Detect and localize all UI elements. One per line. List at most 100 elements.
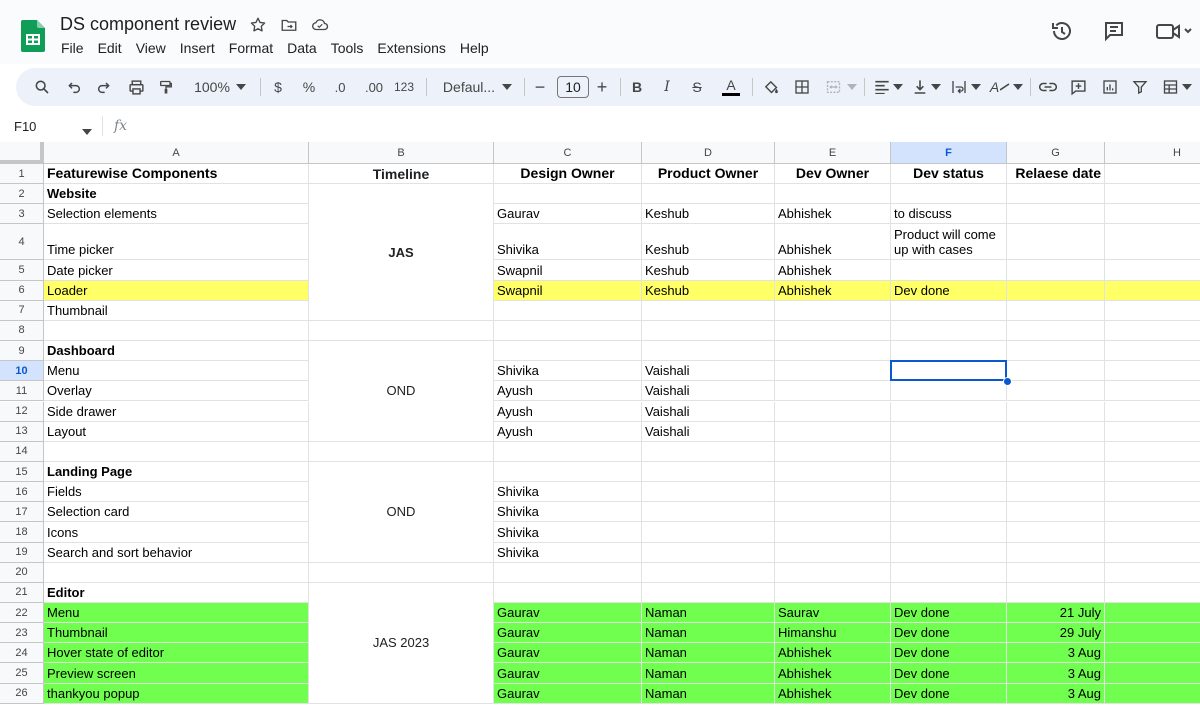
row-header-4[interactable]: 4 [0, 224, 44, 261]
row-header-22[interactable]: 22 [0, 603, 44, 624]
cell-d17[interactable] [642, 502, 775, 523]
timeline-block[interactable]: JAS 2023 [309, 582, 494, 704]
menu-help[interactable]: Help [460, 40, 489, 56]
cell-h2[interactable] [1105, 184, 1200, 205]
cell-f11[interactable] [891, 381, 1007, 402]
row-header-12[interactable]: 12 [0, 401, 44, 422]
cell-h15[interactable] [1105, 462, 1200, 483]
formula-input[interactable] [140, 118, 1190, 136]
valign-chevron-down-icon[interactable] [930, 68, 942, 106]
cell-g1[interactable]: Relaese date [1007, 164, 1105, 185]
row-header-1[interactable]: 1 [0, 164, 44, 185]
cell-d21[interactable] [642, 582, 775, 603]
cell-e19[interactable] [775, 542, 891, 563]
meet-icon[interactable] [1154, 19, 1194, 43]
cell-d9[interactable] [642, 341, 775, 362]
cell-d11[interactable]: Vaishali [642, 381, 775, 402]
row-header-19[interactable]: 19 [0, 542, 44, 563]
row-header-13[interactable]: 13 [0, 421, 44, 442]
cell-e26[interactable]: Abhishek [775, 683, 891, 704]
cell-f21[interactable] [891, 582, 1007, 603]
row-header-8[interactable]: 8 [0, 320, 44, 342]
row-header-17[interactable]: 17 [0, 502, 44, 523]
cell-a10[interactable]: Menu [44, 361, 309, 382]
menu-view[interactable]: View [136, 40, 166, 56]
cell-e6[interactable]: Abhishek [775, 280, 891, 301]
print-icon[interactable] [124, 68, 148, 106]
row-header-3[interactable]: 3 [0, 204, 44, 225]
menu-extensions[interactable]: Extensions [377, 40, 445, 56]
cell-c3[interactable]: Gaurav [494, 204, 642, 225]
cell-f3[interactable]: to discuss [891, 204, 1007, 225]
cell-h8[interactable] [1105, 321, 1200, 342]
cell-c24[interactable]: Gaurav [494, 643, 642, 664]
cell-d23[interactable]: Naman [642, 623, 775, 644]
cell-g18[interactable] [1007, 522, 1105, 543]
cell-h3[interactable] [1105, 204, 1200, 225]
cell-f13[interactable] [891, 421, 1007, 442]
increase-decimal-button[interactable]: .00 [361, 68, 387, 106]
menu-tools[interactable]: Tools [331, 40, 364, 56]
cell-d10[interactable]: Vaishali [642, 361, 775, 382]
version-history-icon[interactable] [1050, 19, 1074, 43]
row-header-24[interactable]: 24 [0, 643, 44, 664]
cell-g20[interactable] [1007, 562, 1105, 583]
cell-f2[interactable] [891, 184, 1007, 205]
timeline-block[interactable]: OND [309, 461, 494, 563]
cell-e2[interactable] [775, 184, 891, 205]
column-header-b[interactable]: B [309, 142, 494, 164]
row-header-25[interactable]: 25 [0, 663, 44, 684]
cell-a14[interactable] [44, 441, 309, 462]
cell-g26[interactable]: 3 Aug [1007, 683, 1105, 704]
cell-a9[interactable]: Dashboard [44, 341, 309, 362]
row-header-16[interactable]: 16 [0, 482, 44, 503]
align-chevron-down-icon[interactable] [892, 68, 904, 106]
cell-g24[interactable]: 3 Aug [1007, 643, 1105, 664]
cell-g4[interactable] [1007, 224, 1105, 261]
column-header-f[interactable]: F [891, 142, 1007, 164]
cell-a17[interactable]: Selection card [44, 502, 309, 523]
vertical-align-icon[interactable] [910, 68, 930, 106]
row-header-10[interactable]: 10 [0, 361, 44, 382]
merge-cells-icon[interactable] [822, 68, 844, 106]
cell-g12[interactable] [1007, 401, 1105, 422]
cell-c14[interactable] [494, 441, 642, 462]
cell-e15[interactable] [775, 461, 891, 483]
cell-h20[interactable] [1105, 563, 1200, 583]
cell-c20[interactable] [494, 562, 642, 583]
row-header-18[interactable]: 18 [0, 522, 44, 543]
cell-a2[interactable]: Website [44, 184, 309, 205]
cell-d7[interactable] [642, 300, 775, 321]
name-box-chevron-down-icon[interactable] [82, 122, 92, 140]
cell-h26[interactable] [1105, 683, 1200, 704]
cell-g5[interactable] [1007, 260, 1105, 281]
cell-a19[interactable]: Search and sort behavior [44, 542, 309, 563]
cell-f4[interactable]: Product will come up with cases [891, 224, 1007, 261]
menu-edit[interactable]: Edit [98, 40, 122, 56]
timeline-block[interactable]: JAS [309, 184, 494, 321]
cell-f26[interactable]: Dev done [891, 683, 1007, 704]
cell-g15[interactable] [1007, 461, 1105, 483]
cell-f22[interactable]: Dev done [891, 603, 1007, 624]
cell-f24[interactable]: Dev done [891, 643, 1007, 664]
rotation-chevron-down-icon[interactable] [1012, 68, 1024, 106]
cell-c9[interactable] [494, 341, 642, 362]
cell-e8[interactable] [775, 320, 891, 342]
borders-icon[interactable] [791, 68, 813, 106]
cell-g6[interactable] [1007, 280, 1105, 301]
cell-c26[interactable]: Gaurav [494, 683, 642, 704]
cell-e3[interactable]: Abhishek [775, 204, 891, 225]
currency-format-button[interactable]: $ [270, 68, 286, 106]
cell-a16[interactable]: Fields [44, 482, 309, 503]
cell-g8[interactable] [1007, 320, 1105, 342]
font-chevron-down-icon[interactable] [500, 68, 514, 106]
column-header-e[interactable]: E [775, 142, 891, 164]
cell-d24[interactable]: Naman [642, 643, 775, 664]
cell-f10[interactable] [891, 361, 1007, 382]
cell-e7[interactable] [775, 300, 891, 321]
cell-e5[interactable]: Abhishek [775, 260, 891, 281]
cell-g16[interactable] [1007, 482, 1105, 503]
row-header-11[interactable]: 11 [0, 381, 44, 402]
cell-g14[interactable] [1007, 441, 1105, 462]
cell-g2[interactable] [1007, 184, 1105, 205]
